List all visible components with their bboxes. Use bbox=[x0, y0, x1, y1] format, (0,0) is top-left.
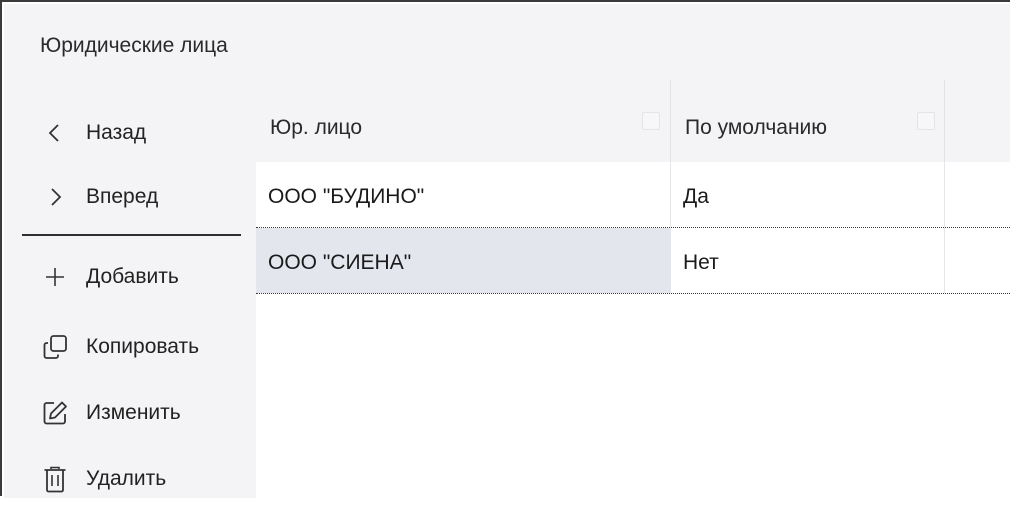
cell-entity-text: ООО "СИЕНА" bbox=[268, 251, 412, 274]
chevron-left-icon bbox=[40, 118, 70, 148]
window-title: Юридические лица bbox=[40, 34, 228, 57]
cell-default[interactable]: Да bbox=[671, 162, 945, 227]
cell-entity[interactable]: ООО "БУДИНО" bbox=[256, 162, 671, 227]
cell-default-text: Нет bbox=[683, 251, 719, 274]
forward-label: Вперед bbox=[86, 185, 159, 208]
column-header-default-label: По умолчанию bbox=[685, 116, 828, 139]
cell-entity[interactable]: ООО "СИЕНА" bbox=[256, 228, 671, 293]
data-grid: Юр. лицо По умолчанию ООО "БУДИНО" Да ОО… bbox=[256, 80, 1010, 498]
column-header-entity-label: Юр. лицо bbox=[270, 116, 363, 139]
delete-button[interactable]: Удалить bbox=[4, 450, 256, 506]
add-label: Добавить bbox=[86, 265, 179, 288]
sidebar-divider bbox=[22, 234, 241, 236]
column-default-checkbox[interactable] bbox=[917, 112, 935, 130]
plus-icon bbox=[40, 262, 70, 292]
back-button[interactable]: Назад bbox=[4, 104, 256, 160]
cell-entity-text: ООО "БУДИНО" bbox=[268, 185, 425, 208]
back-label: Назад bbox=[86, 121, 147, 144]
trash-icon bbox=[40, 464, 70, 494]
column-header-default[interactable]: По умолчанию bbox=[671, 80, 945, 162]
column-header-empty bbox=[945, 80, 1010, 162]
column-entity-checkbox[interactable] bbox=[642, 112, 660, 130]
table-row[interactable]: ООО "СИЕНА" Нет bbox=[256, 228, 1010, 294]
copy-icon bbox=[40, 332, 70, 362]
cell-default[interactable]: Нет bbox=[671, 228, 945, 293]
edit-label: Изменить bbox=[86, 401, 181, 424]
copy-label: Копировать bbox=[86, 335, 200, 358]
title-bar: Юридические лица bbox=[4, 4, 1010, 80]
chevron-right-icon bbox=[40, 182, 70, 212]
edit-button[interactable]: Изменить bbox=[4, 384, 256, 440]
delete-label: Удалить bbox=[86, 467, 167, 490]
sidebar: Назад Вперед Добавить Копировать Изменит… bbox=[4, 80, 256, 498]
table-row[interactable]: ООО "БУДИНО" Да bbox=[256, 162, 1010, 228]
edit-icon bbox=[40, 398, 70, 428]
add-button[interactable]: Добавить bbox=[4, 248, 256, 304]
column-header-entity[interactable]: Юр. лицо bbox=[256, 80, 671, 162]
cell-default-text: Да bbox=[683, 185, 709, 208]
forward-button[interactable]: Вперед bbox=[4, 168, 256, 224]
grid-header: Юр. лицо По умолчанию bbox=[256, 80, 1010, 163]
window: Юридические лица Назад Вперед Добавить К… bbox=[0, 0, 1010, 498]
copy-button[interactable]: Копировать bbox=[4, 318, 256, 374]
